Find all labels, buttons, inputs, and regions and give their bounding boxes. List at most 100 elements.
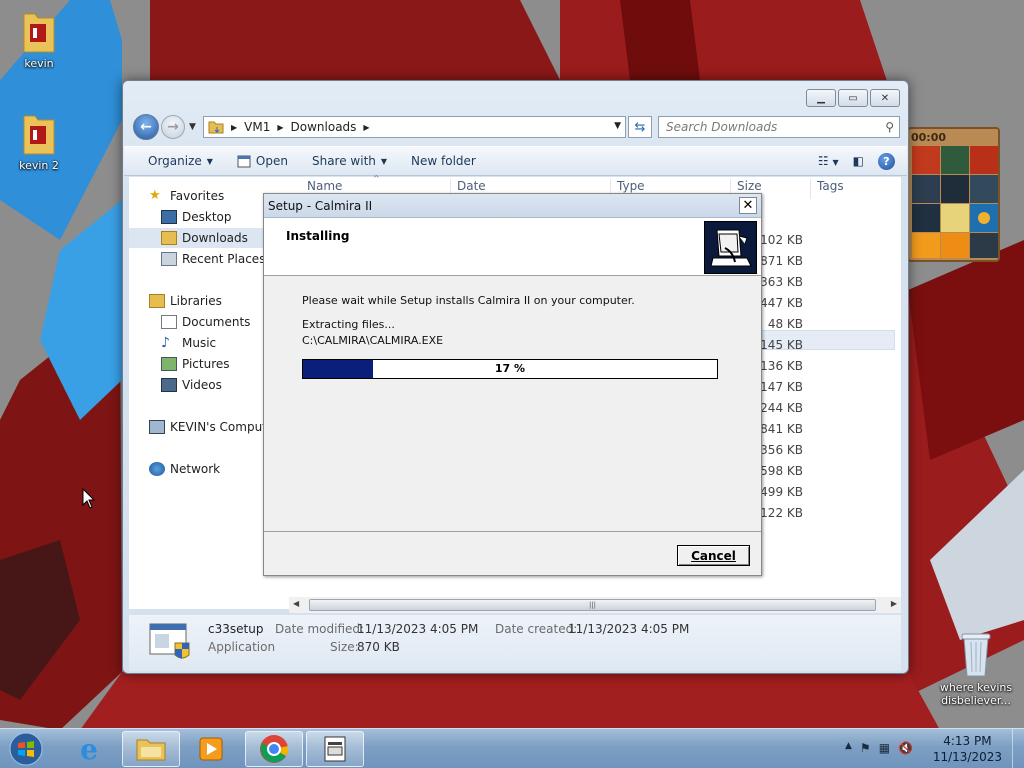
- search-input[interactable]: Search Downloads ⚲: [658, 116, 900, 138]
- taskbar-windows-explorer[interactable]: [122, 731, 180, 767]
- command-toolbar: Organize ▼ Open Share with ▼ New folder …: [124, 146, 907, 176]
- views-button[interactable]: ☷ ▼: [818, 154, 839, 168]
- setup-status: Extracting files...: [302, 318, 395, 331]
- desktop-icon-recycle-bin[interactable]: where kevins disbeliever...: [938, 630, 1014, 707]
- setup-header: Installing: [264, 218, 761, 276]
- close-icon: ✕: [742, 198, 754, 213]
- puzzle-gadget[interactable]: 00:00: [907, 127, 1000, 262]
- folder-icon: [136, 739, 166, 761]
- show-desktop-button[interactable]: [1012, 729, 1024, 768]
- taskbar-chrome[interactable]: [245, 731, 303, 767]
- window-controls: ▁ ▭ ✕: [806, 89, 900, 107]
- setup-title-bar[interactable]: Setup - Calmira II: [264, 194, 761, 218]
- folder-icon: [23, 115, 55, 155]
- minimize-icon: ▁: [817, 92, 825, 104]
- scroll-right-icon[interactable]: ▶: [891, 599, 897, 608]
- taskbar-media-player[interactable]: [182, 731, 240, 767]
- setup-close-button[interactable]: ✕: [739, 197, 757, 214]
- internet-explorer-icon: e: [80, 732, 98, 766]
- refresh-icon: ⇆: [634, 119, 646, 135]
- breadcrumb-vm1[interactable]: VM1: [244, 120, 270, 134]
- recycle-bin-icon: [961, 633, 991, 677]
- application-icon: [237, 155, 251, 167]
- share-with-label: Share with: [311, 154, 376, 168]
- setup-dialog[interactable]: Setup - Calmira II ✕ Installing Please w…: [263, 193, 762, 576]
- setup-message: Please wait while Setup installs Calmira…: [302, 294, 635, 307]
- windows-start-icon: [9, 732, 43, 766]
- breadcrumb-downloads[interactable]: Downloads: [291, 120, 357, 134]
- maximize-icon: ▭: [848, 92, 858, 104]
- nav-label: Videos: [182, 378, 222, 392]
- minimize-button[interactable]: ▁: [806, 89, 836, 107]
- help-icon[interactable]: ?: [878, 152, 895, 170]
- column-label: Name: [307, 179, 343, 193]
- maximize-button[interactable]: ▭: [838, 89, 868, 107]
- nav-label: Documents: [182, 315, 251, 329]
- toolbar-right: ☷ ▼ ◧ ?: [818, 152, 907, 170]
- history-dropdown-icon[interactable]: ▼: [189, 122, 196, 132]
- start-button[interactable]: [0, 731, 52, 767]
- nav-label: Desktop: [182, 210, 232, 224]
- details-pane: c33setup Application Date modified: 11/1…: [129, 615, 901, 671]
- caret-down-icon: ▼: [832, 158, 839, 167]
- chevron-right-icon[interactable]: ▶: [363, 123, 369, 132]
- horizontal-scrollbar[interactable]: ◀ ||| ▶: [289, 597, 901, 613]
- preview-pane-icon[interactable]: ◧: [853, 154, 864, 168]
- folder-icon: [208, 121, 224, 134]
- star-icon: ★: [149, 188, 161, 203]
- column-header-tags[interactable]: Tags: [810, 179, 844, 199]
- music-note-icon: ♪: [161, 335, 170, 351]
- scrollbar-thumb[interactable]: |||: [309, 599, 876, 611]
- action-center-icon[interactable]: ⚑: [860, 741, 871, 755]
- desktop-icon-kevin[interactable]: kevin: [2, 8, 76, 70]
- folder-icon: [23, 13, 55, 53]
- column-label: Type: [617, 179, 645, 193]
- share-with-button[interactable]: Share with ▼: [300, 154, 399, 168]
- volume-muted-icon[interactable]: 🔇: [898, 741, 913, 755]
- cancel-button[interactable]: Cancel: [677, 545, 750, 566]
- chevron-right-icon: ▶: [231, 122, 238, 132]
- address-dropdown-icon[interactable]: ▼: [614, 121, 621, 131]
- column-label: Tags: [817, 179, 844, 193]
- back-button[interactable]: ←: [133, 114, 159, 140]
- taskbar-internet-explorer[interactable]: e: [60, 731, 118, 767]
- desktop-icon: [161, 210, 177, 224]
- nav-label: Downloads: [182, 231, 248, 245]
- network-status-icon[interactable]: ▦: [879, 741, 890, 755]
- videos-icon: [161, 378, 177, 392]
- open-label: Open: [255, 154, 288, 168]
- forward-button[interactable]: →: [161, 115, 185, 139]
- detail-date-modified-label: Date modified:: [275, 622, 365, 636]
- organize-button[interactable]: Organize ▼: [124, 154, 225, 168]
- caret-down-icon: ▼: [206, 156, 213, 166]
- nav-label: Network: [170, 462, 221, 476]
- media-player-icon: [199, 737, 223, 761]
- nav-label: Libraries: [170, 294, 222, 308]
- open-button[interactable]: Open: [225, 154, 300, 168]
- organize-label: Organize: [148, 154, 202, 168]
- setup-file-icon: [149, 623, 190, 659]
- system-tray: ▲ ⚑ ▦ 🔇: [845, 741, 913, 755]
- new-folder-label: New folder: [411, 154, 476, 168]
- chevron-right-icon[interactable]: ▶: [277, 123, 283, 132]
- caret-down-icon: ▼: [380, 156, 388, 166]
- refresh-button[interactable]: ⇆: [628, 116, 652, 138]
- desktop-icon-kevin-2[interactable]: kevin 2: [2, 110, 76, 172]
- taskbar-setup-app[interactable]: [306, 731, 364, 767]
- scroll-left-icon[interactable]: ◀: [293, 599, 299, 608]
- close-button[interactable]: ✕: [870, 89, 900, 107]
- arrow-right-icon: →: [167, 119, 179, 135]
- address-bar[interactable]: ▶ VM1 ▶ Downloads ▶ ▼: [203, 116, 626, 138]
- sort-caret-icon: ^: [373, 174, 380, 183]
- progress-percent-label: 17 %: [494, 362, 526, 375]
- show-hidden-icons-icon[interactable]: ▲: [845, 741, 852, 755]
- detail-file-name: c33setup: [208, 622, 264, 636]
- new-folder-button[interactable]: New folder: [399, 154, 488, 168]
- libraries-icon: [149, 294, 165, 308]
- nav-label: Pictures: [182, 357, 230, 371]
- desktop-icon-label: kevin: [24, 57, 54, 70]
- documents-icon: [161, 315, 177, 329]
- desktop-icon-label: where kevins disbeliever...: [939, 681, 1013, 707]
- puzzle-tiles[interactable]: [912, 146, 998, 258]
- taskbar-clock[interactable]: 4:13 PM 11/13/2023: [933, 733, 1002, 765]
